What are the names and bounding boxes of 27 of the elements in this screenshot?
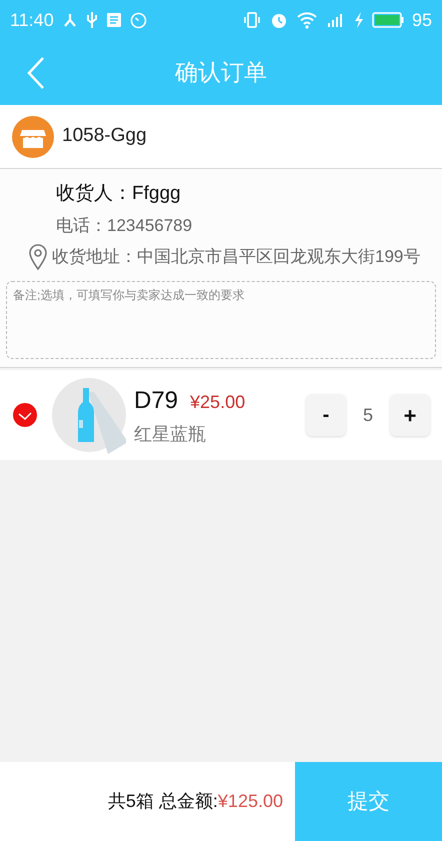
phone-text: 电话：123456789 [56,215,194,237]
product-code: D79 [134,386,178,416]
clock-icon [130,12,147,28]
summary-label: 共5箱 总金额: [108,790,218,813]
quantity-value: 5 [362,404,374,426]
total-amount: ¥125.00 [218,790,283,813]
note-field[interactable]: 备注;选填，可填写你与卖家达成一致的要求 [6,281,436,359]
decrease-button[interactable]: - [306,394,346,436]
usb-icon [86,11,98,29]
location-pin-icon [28,243,48,271]
battery-icon [372,12,404,28]
bottle-icon [52,376,126,454]
charging-icon [354,11,364,29]
store-name: 1058-Ggg [62,124,147,148]
wifi-icon [296,11,318,29]
battery-level: 95 [412,8,432,32]
increase-button[interactable]: + [390,394,430,436]
status-time: 11:40 [10,8,54,32]
page-title: 确认订单 [175,58,267,88]
store-icon [12,116,54,158]
address-text: 收货地址：中国北京市昌平区回龙观东大街199号 [52,246,420,268]
vibrate-icon [242,11,262,29]
checkbox[interactable] [12,402,38,428]
recipient-text: 收货人：Ffggg [56,182,182,206]
product-price: ¥25.00 [190,390,246,414]
document-icon [106,12,122,28]
product-name: 红星蓝瓶 [134,422,207,446]
